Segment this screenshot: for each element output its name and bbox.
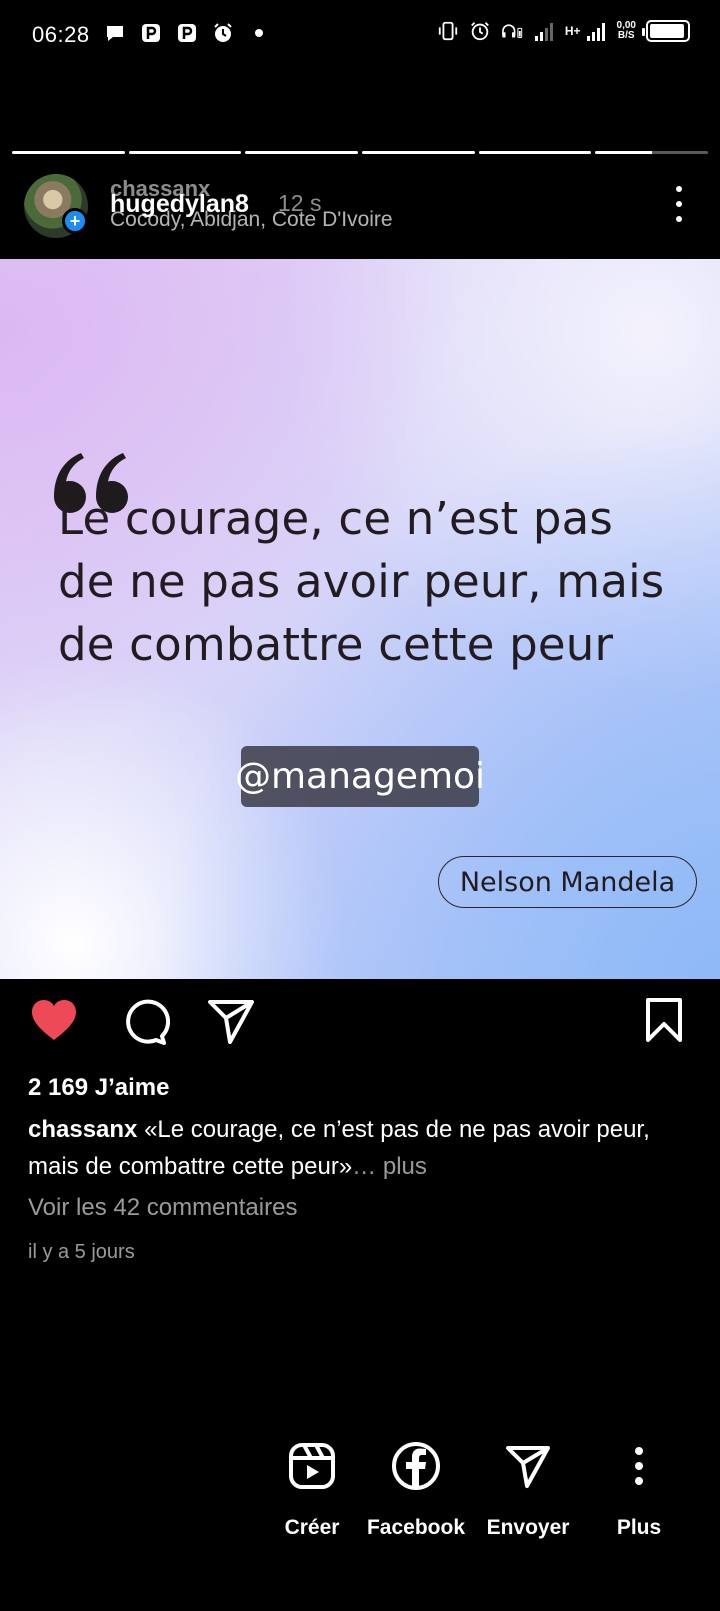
status-time: 06:28 — [32, 22, 90, 47]
author-pill: Nelson Mandela — [438, 856, 697, 908]
post-image[interactable]: Le courage, ce n’est pas de ne pas avoir… — [0, 259, 720, 979]
bookmark-icon — [646, 998, 682, 1042]
story-segment — [362, 151, 475, 154]
notification-icons — [104, 22, 270, 44]
send-icon — [498, 1436, 558, 1496]
alarm-icon — [212, 22, 234, 44]
like-button[interactable] — [28, 996, 80, 1048]
quote-text: Le courage, ce n’est pas de ne pas avoir… — [58, 492, 665, 671]
caption-username[interactable]: chassanx — [28, 1116, 137, 1143]
dot-icon — [248, 22, 270, 44]
story-header: + chassanx hugedylan8 12 s Cocody, Abidj… — [0, 170, 720, 250]
caption-more-link[interactable]: … plus — [352, 1153, 427, 1180]
story-segment-fill — [595, 151, 652, 154]
mention-sticker[interactable]: @managemoi — [235, 746, 485, 807]
vibrate-icon — [437, 20, 459, 42]
headset-icon — [501, 20, 523, 42]
story-segment-fill — [362, 151, 475, 154]
comment-icon — [126, 999, 171, 1045]
caption: chassanx «Le courage, ce n’est pas de ne… — [28, 1111, 692, 1185]
message-icon — [104, 22, 126, 44]
send-button[interactable]: Envoyer — [473, 1436, 583, 1540]
more-label: Plus — [616, 1516, 662, 1539]
facebook-label: Facebook — [366, 1516, 466, 1539]
signal-icon — [585, 20, 607, 42]
add-story-icon[interactable]: + — [62, 208, 88, 234]
speed-unit: B/S — [617, 30, 635, 41]
location-link[interactable]: Cocody, Abidjan, Cote D'Ivoire — [110, 208, 393, 232]
post-date: il y a 5 jours — [28, 1241, 135, 1263]
heart-icon — [32, 1000, 76, 1040]
like-count[interactable]: 2 169 J’aime — [28, 1074, 169, 1102]
share-button[interactable] — [206, 996, 258, 1048]
create-label: Créer — [284, 1516, 340, 1539]
story-segment — [478, 151, 592, 154]
parking-icon — [176, 22, 198, 44]
facebook-button[interactable]: Facebook — [361, 1436, 471, 1540]
story-segment — [128, 151, 242, 154]
battery-level — [650, 24, 685, 38]
story-segment — [12, 151, 125, 154]
more-button[interactable]: Plus — [584, 1436, 694, 1540]
story-segment-fill — [12, 151, 125, 154]
alarm-icon — [469, 20, 491, 42]
story-segment-fill — [245, 151, 359, 154]
facebook-icon — [386, 1436, 446, 1496]
view-comments-link[interactable]: Voir les 42 commentaires — [28, 1194, 297, 1222]
send-label: Envoyer — [486, 1516, 570, 1539]
system-icons: H+ 0,00 B/S — [437, 20, 690, 42]
comment-button[interactable] — [118, 996, 171, 1048]
status-bar: 06:28 H+ 0,00 B/S — [0, 0, 720, 72]
network-speed: 0,00 B/S — [617, 21, 636, 41]
story-segment — [595, 151, 709, 154]
network-type: H+ — [564, 24, 581, 38]
parking-icon — [140, 22, 162, 44]
story-segment — [245, 151, 359, 154]
story-progress — [12, 151, 709, 155]
save-button[interactable] — [640, 996, 692, 1048]
story-segment-fill — [478, 151, 592, 154]
post-actions — [0, 996, 720, 1052]
more-icon — [609, 1436, 669, 1496]
create-button[interactable]: Créer — [257, 1436, 367, 1540]
send-icon — [208, 1000, 254, 1044]
signal-icon — [533, 20, 555, 42]
story-segment-fill — [128, 151, 242, 154]
share-bar: Créer Facebook Envoyer Plus — [0, 1436, 720, 1566]
more-options-icon[interactable] — [674, 186, 684, 222]
reels-icon — [282, 1436, 342, 1496]
battery-icon — [642, 20, 690, 42]
